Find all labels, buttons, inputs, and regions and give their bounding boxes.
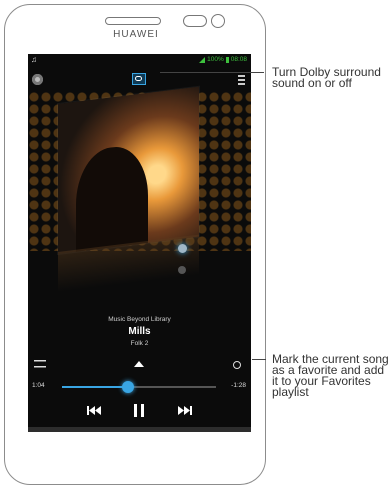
album-art [58,86,199,254]
favorite-icon[interactable] [233,361,241,369]
signal-icon [199,57,206,63]
navigation-bar: ⮌ [28,427,251,432]
status-bar: ♫ 100% 08:08 [28,54,251,68]
front-camera [211,14,225,28]
pause-icon[interactable] [134,404,144,417]
art-glow-dot [178,244,187,253]
battery-level: 100% [207,56,224,63]
dolby-callout-text: Turn Dolby surround sound on or off [272,65,381,90]
phone-frame: HUAWEI ♫ 100% 08:08 Music Beyond Library … [4,4,266,485]
art-dim-dot [178,266,186,274]
battery-icon [225,57,229,63]
chevron-up-icon[interactable] [134,361,144,367]
dolby-icon[interactable] [132,73,146,85]
song-title: Mills [128,326,151,337]
status-time: 08:08 [230,56,247,63]
music-note-icon: ♫ [31,55,37,64]
player-screen: ♫ 100% 08:08 Music Beyond Library Mills F… [28,54,251,432]
disc-icon[interactable] [32,74,43,85]
menu-icon[interactable] [238,75,245,85]
proximity-sensor [183,15,207,27]
elapsed-time: 1:04 [32,382,45,389]
previous-icon[interactable] [87,406,101,415]
seek-bar-fill [62,386,129,388]
album-art-silhouette [76,142,148,254]
remaining-time: -1:28 [231,382,246,389]
favorite-callout-line [252,359,266,360]
next-icon[interactable] [178,406,192,415]
speaker-grille [105,17,161,25]
shuffle-icon[interactable] [34,360,46,368]
artist-name: Folk 2 [130,340,149,347]
seek-thumb[interactable] [122,381,135,393]
favorite-callout-text: Mark the current song as a favorite and … [272,352,389,399]
seek-bar[interactable] [62,381,216,393]
dolby-callout-line [160,72,264,73]
status-indicators: 100% 08:08 [199,56,247,63]
album-name: Music Beyond Library [108,316,171,323]
brand-logo: HUAWEI [113,29,159,40]
